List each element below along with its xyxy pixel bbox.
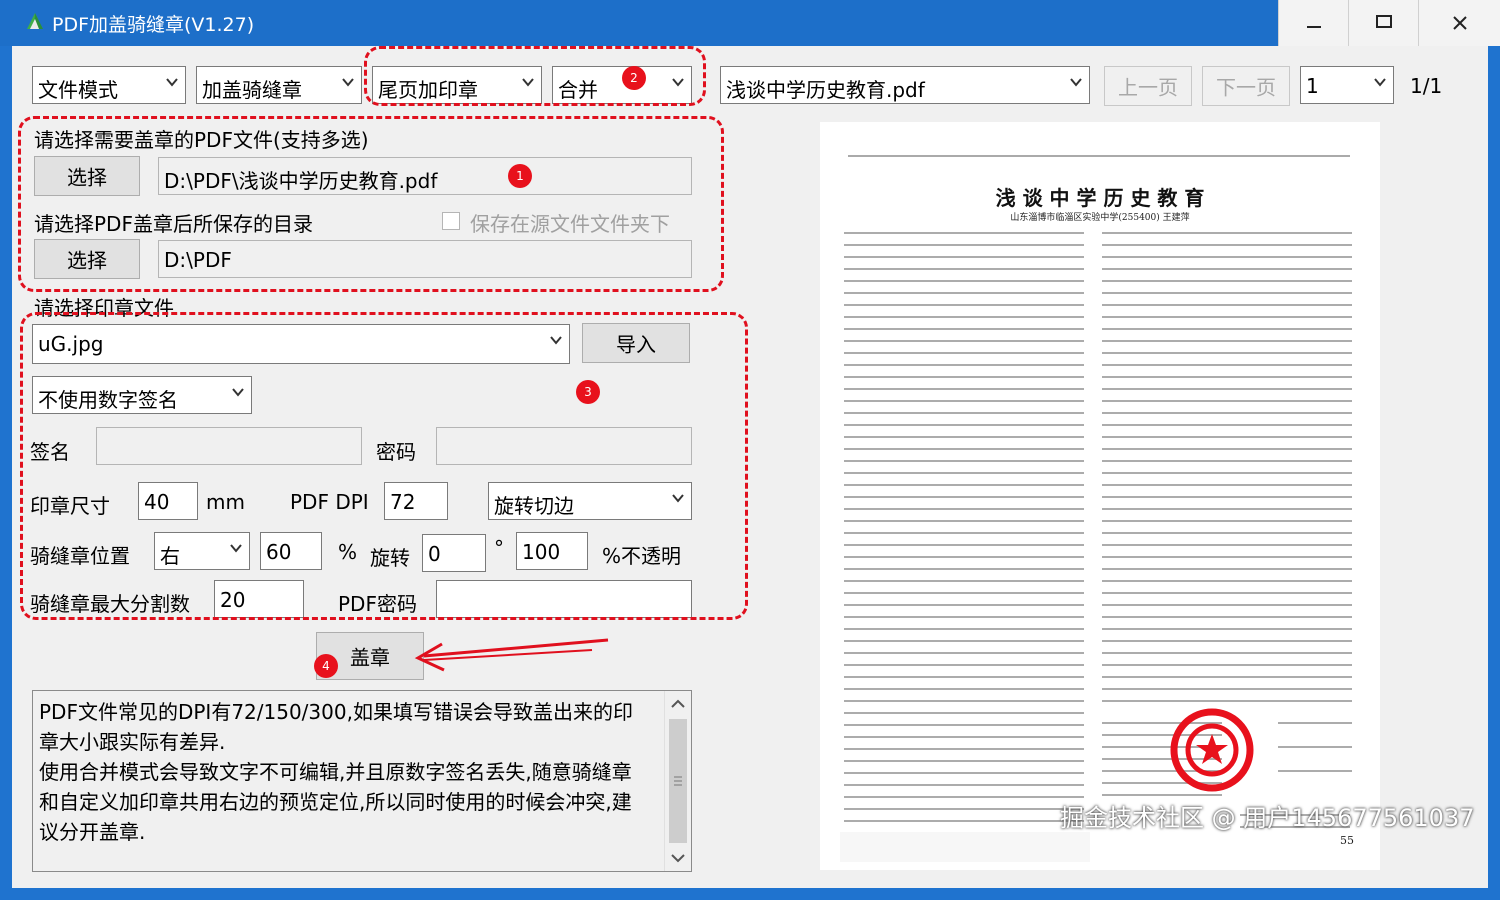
chevron-down-icon (1374, 78, 1386, 87)
scroll-down-icon[interactable] (665, 845, 691, 871)
pointer-arrow-icon (414, 638, 609, 672)
chevron-down-icon (342, 78, 354, 87)
annotation-box-1 (18, 116, 724, 292)
annotation-badge-1: 1 (508, 164, 532, 188)
close-icon (1453, 16, 1467, 30)
annotation-box-2 (364, 46, 706, 106)
next-page-label: 下一页 (1216, 75, 1276, 100)
log-line: 章大小跟实际有差异. (39, 730, 226, 754)
file-select[interactable]: 浅谈中学历史教育.pdf (720, 66, 1090, 104)
close-button[interactable] (1418, 0, 1500, 46)
mode-select-value: 文件模式 (38, 78, 118, 102)
preview-author: 山东淄博市临淄区实验中学(255400) 王建萍 (1010, 213, 1190, 223)
scroll-thumb[interactable] (669, 719, 687, 843)
minimize-button[interactable] (1278, 0, 1349, 46)
log-line: 和自定义加印章共用右边的预览定位,所以同时使用的时候会冲突,建 (39, 790, 632, 814)
mode-select[interactable]: 文件模式 (32, 66, 186, 104)
page-select[interactable]: 1 (1300, 66, 1394, 104)
scroll-up-icon[interactable] (665, 691, 691, 717)
next-page-button[interactable]: 下一页 (1202, 66, 1290, 106)
preview-title: 浅 谈 中 学 历 史 教 育 (995, 186, 1205, 210)
minimize-icon (1307, 26, 1321, 28)
preview-page-number: 55 (1340, 834, 1354, 847)
window-title: PDF加盖骑缝章(V1.27) (52, 14, 255, 36)
watermark-text: 掘金技术社区 @ 用户145677561037 (1060, 804, 1475, 832)
pdf-preview[interactable]: 浅 谈 中 学 历 史 教 育 山东淄博市临淄区实验中学(255400) 王建萍… (820, 122, 1380, 870)
preview-page-image (820, 122, 1380, 870)
grip-icon (674, 776, 682, 786)
log-line: 使用合并模式会导致文字不可编辑,并且原数字签名丢失,随意骑缝章 (39, 760, 632, 784)
annotation-badge-4: 4 (314, 654, 338, 678)
file-select-value: 浅谈中学历史教育.pdf (726, 78, 925, 102)
log-textarea[interactable]: PDF文件常见的DPI有72/150/300,如果填写错误会导致盖出来的印 章大… (32, 690, 692, 872)
page-count: 1/1 (1410, 74, 1443, 98)
action-select-value: 加盖骑缝章 (202, 78, 302, 102)
prev-page-label: 上一页 (1118, 75, 1178, 100)
chevron-down-icon (1070, 78, 1082, 87)
log-line: 议分开盖章. (39, 820, 146, 844)
maximize-button[interactable] (1348, 0, 1419, 46)
app-icon (27, 13, 43, 29)
action-select[interactable]: 加盖骑缝章 (196, 66, 362, 104)
title-bar[interactable]: PDF加盖骑缝章(V1.27) (0, 0, 1500, 46)
chevron-down-icon (166, 78, 178, 87)
maximize-icon (1376, 15, 1392, 28)
app-window: PDF加盖骑缝章(V1.27) 文件模式 加盖骑缝章 尾页加印章 合并 浅谈中学… (0, 0, 1500, 900)
annotation-box-3 (20, 312, 748, 620)
log-line: PDF文件常见的DPI有72/150/300,如果填写错误会导致盖出来的印 (39, 700, 633, 724)
main-panel: 文件模式 加盖骑缝章 尾页加印章 合并 浅谈中学历史教育.pdf 上一页 下一页… (12, 46, 1488, 888)
log-scrollbar[interactable] (664, 691, 691, 871)
annotation-badge-2: 2 (622, 66, 646, 90)
annotation-badge-3: 3 (576, 380, 600, 404)
log-text: PDF文件常见的DPI有72/150/300,如果填写错误会导致盖出来的印 章大… (39, 697, 659, 847)
prev-page-button[interactable]: 上一页 (1104, 66, 1192, 106)
page-select-value: 1 (1306, 74, 1319, 98)
